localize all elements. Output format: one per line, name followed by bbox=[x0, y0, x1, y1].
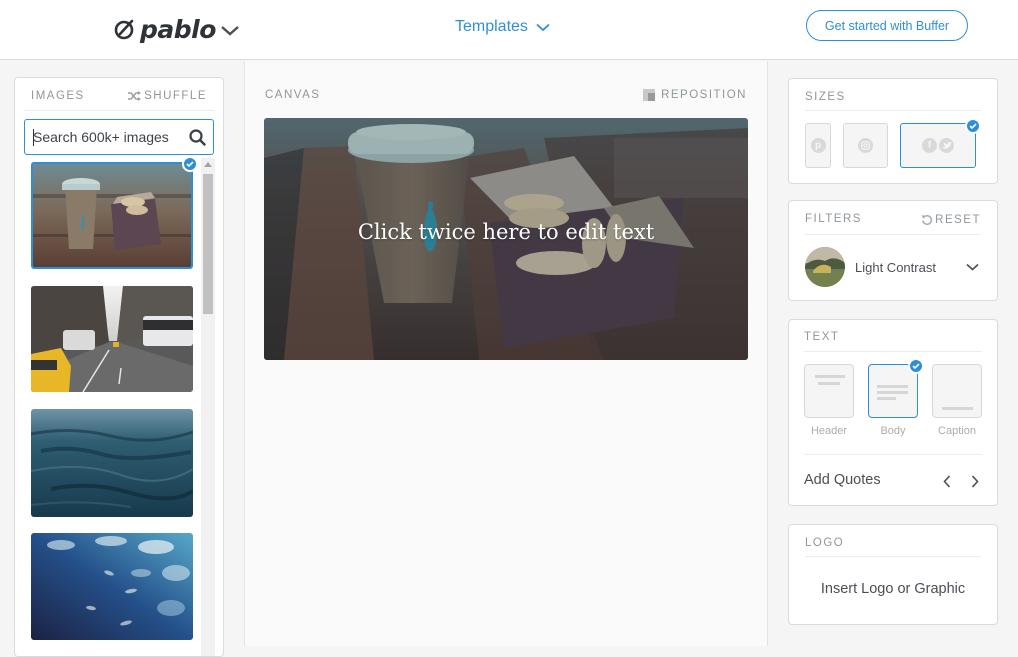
divider bbox=[804, 351, 982, 352]
coffee-macarons-image bbox=[33, 164, 191, 267]
sizes-panel: SIZES p f bbox=[788, 78, 998, 184]
canvas-overlay-text[interactable]: Click twice here to edit text bbox=[264, 220, 748, 244]
chevron-left-icon bbox=[943, 474, 951, 488]
shuffle-button[interactable]: SHUFFLE bbox=[128, 90, 207, 102]
reset-icon bbox=[922, 214, 933, 226]
search-input[interactable] bbox=[33, 129, 183, 145]
selected-check-icon bbox=[908, 358, 924, 374]
images-title: IMAGES bbox=[31, 90, 85, 102]
reset-button[interactable]: RESET bbox=[921, 214, 981, 226]
search-box[interactable] bbox=[24, 119, 214, 155]
pinterest-icon: p bbox=[810, 138, 826, 153]
selected-check-icon bbox=[182, 156, 198, 172]
shuffle-label: SHUFFLE bbox=[144, 90, 207, 102]
divider bbox=[805, 234, 981, 235]
logo-text: pablo bbox=[140, 14, 216, 44]
sizes-title: SIZES bbox=[805, 91, 846, 103]
sea-water-image bbox=[31, 409, 193, 517]
get-started-button[interactable]: Get started with Buffer bbox=[806, 10, 968, 41]
filter-name: Light Contrast bbox=[855, 259, 936, 275]
canvas-section: CANVAS REPOSITION Click twice here to ed… bbox=[244, 61, 768, 646]
image-thumbnail[interactable] bbox=[31, 286, 193, 392]
text-cursor bbox=[33, 129, 34, 146]
next-quote-button[interactable] bbox=[967, 472, 983, 490]
templates-label: Templates bbox=[455, 18, 528, 35]
instagram-icon bbox=[858, 138, 873, 153]
fish-water-image bbox=[31, 533, 193, 640]
size-option-facebook-twitter[interactable]: f bbox=[900, 123, 976, 168]
text-style-label: Caption bbox=[938, 425, 976, 437]
divider bbox=[24, 110, 214, 111]
logo-title: LOGO bbox=[805, 537, 845, 549]
search-icon[interactable] bbox=[189, 129, 206, 146]
reposition-label: REPOSITION bbox=[661, 89, 747, 101]
top-bar: pablo Templates Get started with Buffer bbox=[0, 0, 1018, 60]
image-thumbnail[interactable] bbox=[31, 409, 193, 517]
filters-panel: FILTERS RESET Light Contrast bbox=[788, 200, 998, 301]
logo-panel: LOGO Insert Logo or Graphic bbox=[788, 524, 998, 625]
templates-dropdown[interactable]: Templates bbox=[455, 18, 550, 36]
size-option-pinterest[interactable]: p bbox=[805, 123, 831, 168]
filter-preview-image bbox=[805, 247, 845, 287]
chevron-down-icon bbox=[966, 263, 979, 271]
reset-label: RESET bbox=[935, 214, 981, 226]
text-panel: TEXT Header Body Caption Add Quotes bbox=[788, 319, 998, 506]
insert-logo-button[interactable]: Insert Logo or Graphic bbox=[789, 581, 997, 597]
reposition-icon bbox=[643, 89, 656, 101]
facebook-icon: f bbox=[922, 138, 937, 153]
size-option-instagram[interactable] bbox=[843, 123, 888, 168]
divider bbox=[805, 556, 981, 557]
reposition-button[interactable]: REPOSITION bbox=[643, 89, 747, 101]
filter-select[interactable]: Light Contrast bbox=[805, 247, 983, 287]
chevron-down-icon[interactable] bbox=[220, 25, 240, 37]
previous-quote-button[interactable] bbox=[939, 472, 955, 490]
chevron-down-icon bbox=[536, 23, 550, 31]
logo[interactable]: pablo bbox=[114, 12, 240, 46]
city-street-image bbox=[31, 286, 193, 392]
image-thumbnail[interactable] bbox=[31, 162, 193, 269]
images-scrollbar[interactable] bbox=[201, 158, 215, 656]
text-style-label: Header bbox=[810, 425, 848, 437]
divider bbox=[805, 110, 981, 111]
canvas-title: CANVAS bbox=[265, 89, 321, 101]
scrollbar-thumb[interactable] bbox=[203, 174, 213, 314]
filters-title: FILTERS bbox=[805, 213, 862, 225]
scroll-up-arrow-icon[interactable] bbox=[204, 162, 212, 167]
images-panel: IMAGES SHUFFLE bbox=[14, 77, 224, 657]
selected-check-icon bbox=[965, 118, 981, 134]
text-title: TEXT bbox=[804, 331, 840, 343]
text-style-caption[interactable] bbox=[932, 364, 982, 418]
add-quotes-label: Add Quotes bbox=[804, 472, 881, 488]
shuffle-icon bbox=[128, 91, 142, 101]
canvas-image[interactable]: Click twice here to edit text bbox=[264, 118, 748, 360]
text-style-header[interactable] bbox=[804, 364, 854, 418]
chevron-right-icon bbox=[971, 474, 979, 488]
image-thumbnail[interactable] bbox=[31, 533, 193, 640]
pablo-logo-icon bbox=[114, 19, 134, 40]
divider bbox=[804, 454, 982, 455]
twitter-icon bbox=[939, 138, 954, 153]
text-style-label: Body bbox=[880, 425, 906, 437]
